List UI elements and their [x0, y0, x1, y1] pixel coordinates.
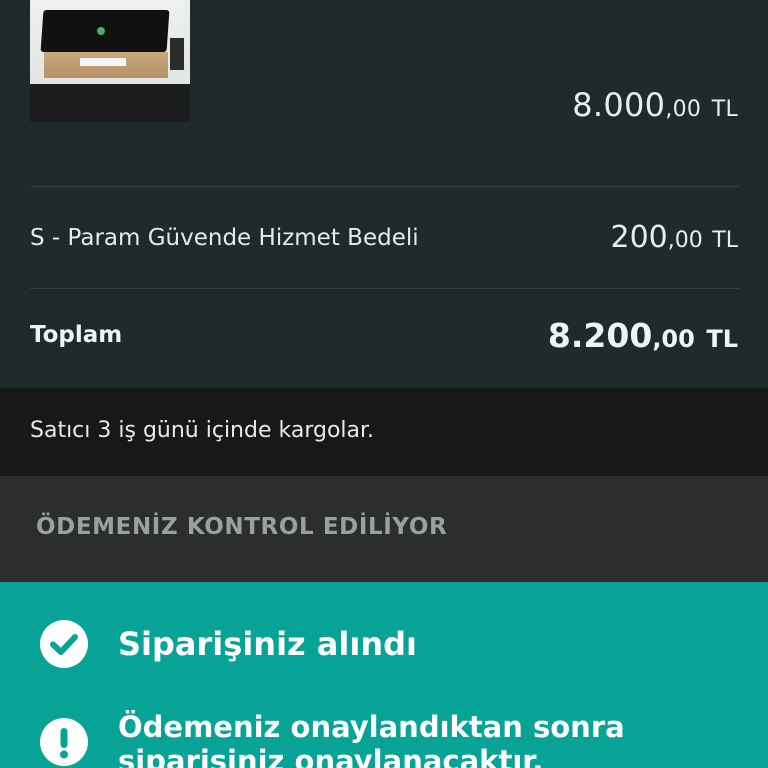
- shipping-info-text: Satıcı 3 iş günü içinde kargolar.: [30, 418, 375, 443]
- order-confirmation-screen: 8.000,00 TL S - Param Güvende Hizmet Bed…: [0, 0, 768, 768]
- product-price-main: 8.000: [572, 86, 666, 124]
- service-fee-currency: TL: [712, 228, 738, 253]
- product-price-decimals: ,00: [665, 97, 702, 122]
- printer-label: [80, 58, 126, 66]
- check-icon: [50, 634, 78, 655]
- payment-status: ÖDEMENİZ KONTROL EDİLİYOR: [0, 476, 768, 582]
- printer-cable: [170, 38, 184, 70]
- total-currency: TL: [706, 325, 738, 353]
- service-fee-amount: 200,00 TL: [610, 220, 738, 255]
- divider: [30, 288, 740, 289]
- payment-pending-line2: siparişiniz onaylanacaktır.: [118, 744, 544, 768]
- order-status-panel: Siparişiniz alındı Ödemeniz onaylandıkta…: [0, 582, 768, 768]
- payment-pending-line1: Ödemeniz onaylandıktan sonra: [118, 710, 625, 744]
- service-fee-amount-decimals: ,00: [667, 228, 703, 253]
- printer-led: [97, 27, 105, 35]
- total-amount: 8.200,00 TL: [548, 316, 738, 355]
- exclamation-circle-icon: [40, 718, 88, 766]
- product-price: 8.000,00 TL: [572, 86, 738, 124]
- service-fee-amount-main: 200: [610, 220, 668, 255]
- total-amount-decimals: ,00: [652, 325, 695, 353]
- status-item-pending: Ödemeniz onaylandıktan sonra siparişiniz…: [40, 710, 748, 768]
- divider: [30, 186, 740, 187]
- exclamation-icon: [60, 728, 68, 759]
- product-price-currency: TL: [711, 97, 738, 122]
- printer-photo: [30, 0, 190, 84]
- status-item-received: Siparişiniz alındı: [40, 620, 748, 680]
- total-amount-main: 8.200: [547, 316, 653, 355]
- service-fee-label: S - Param Güvende Hizmet Bedeli: [30, 225, 419, 251]
- product-image[interactable]: [30, 0, 190, 122]
- payment-status-text: ÖDEMENİZ KONTROL EDİLİYOR: [36, 514, 448, 540]
- order-summary: 8.000,00 TL S - Param Güvende Hizmet Bed…: [0, 0, 768, 388]
- total-label: Toplam: [30, 322, 123, 348]
- order-received-text: Siparişiniz alındı: [118, 625, 417, 663]
- printer-lid: [40, 10, 170, 52]
- shipping-info: Satıcı 3 iş günü içinde kargolar.: [0, 388, 768, 476]
- check-circle-icon: [40, 620, 88, 668]
